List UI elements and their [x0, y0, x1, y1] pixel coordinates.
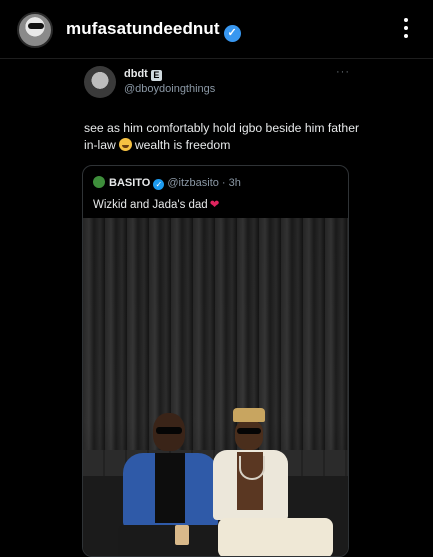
- photo-person-right: [213, 408, 333, 556]
- tweet-author-name: dbdt E: [124, 68, 162, 81]
- tweet-author-badge: E: [150, 70, 162, 81]
- tweet-text: see as him comfortably hold igbo beside …: [84, 120, 364, 154]
- tweet-photo: [83, 218, 348, 556]
- tweet-author-name-text: dbdt: [124, 68, 148, 80]
- heart-icon: ❤: [209, 199, 220, 211]
- quoted-verified-icon: ✓: [153, 179, 165, 190]
- tweet-more-icon: ···: [336, 66, 350, 78]
- photo-person-left: [113, 413, 223, 556]
- quoted-tweet-text: Wizkid and Jada's dad ❤: [93, 197, 219, 211]
- quoted-author-handle: @itzbasito · 3h: [167, 177, 241, 189]
- quoted-text: Wizkid and Jada's dad: [93, 199, 208, 211]
- quoted-author-name: BASITO: [109, 177, 151, 189]
- tweet-author-avatar: [84, 66, 116, 98]
- header-divider: [0, 58, 433, 59]
- post-username[interactable]: mufasatundeednut ✓: [66, 19, 241, 42]
- embedded-tweet: dbdt E @dboydoingthings ··· see as him co…: [64, 60, 367, 557]
- verified-badge-icon: ✓: [223, 25, 241, 42]
- tweet-text-part2: wealth is freedom: [134, 138, 231, 152]
- profile-avatar[interactable]: [17, 12, 53, 48]
- post-header: mufasatundeednut ✓: [0, 0, 433, 58]
- username-text[interactable]: mufasatundeednut: [66, 19, 220, 38]
- quoted-tweet: BASITO ✓ @itzbasito · 3h Wizkid and Jada's…: [82, 165, 349, 557]
- quoted-author-avatar: [93, 176, 105, 188]
- laughing-emoji-icon: [118, 138, 132, 151]
- quoted-tweet-header: BASITO ✓ @itzbasito · 3h: [93, 176, 241, 192]
- tweet-author-handle: @dboydoingthings: [124, 83, 216, 95]
- more-options-icon[interactable]: [400, 16, 412, 42]
